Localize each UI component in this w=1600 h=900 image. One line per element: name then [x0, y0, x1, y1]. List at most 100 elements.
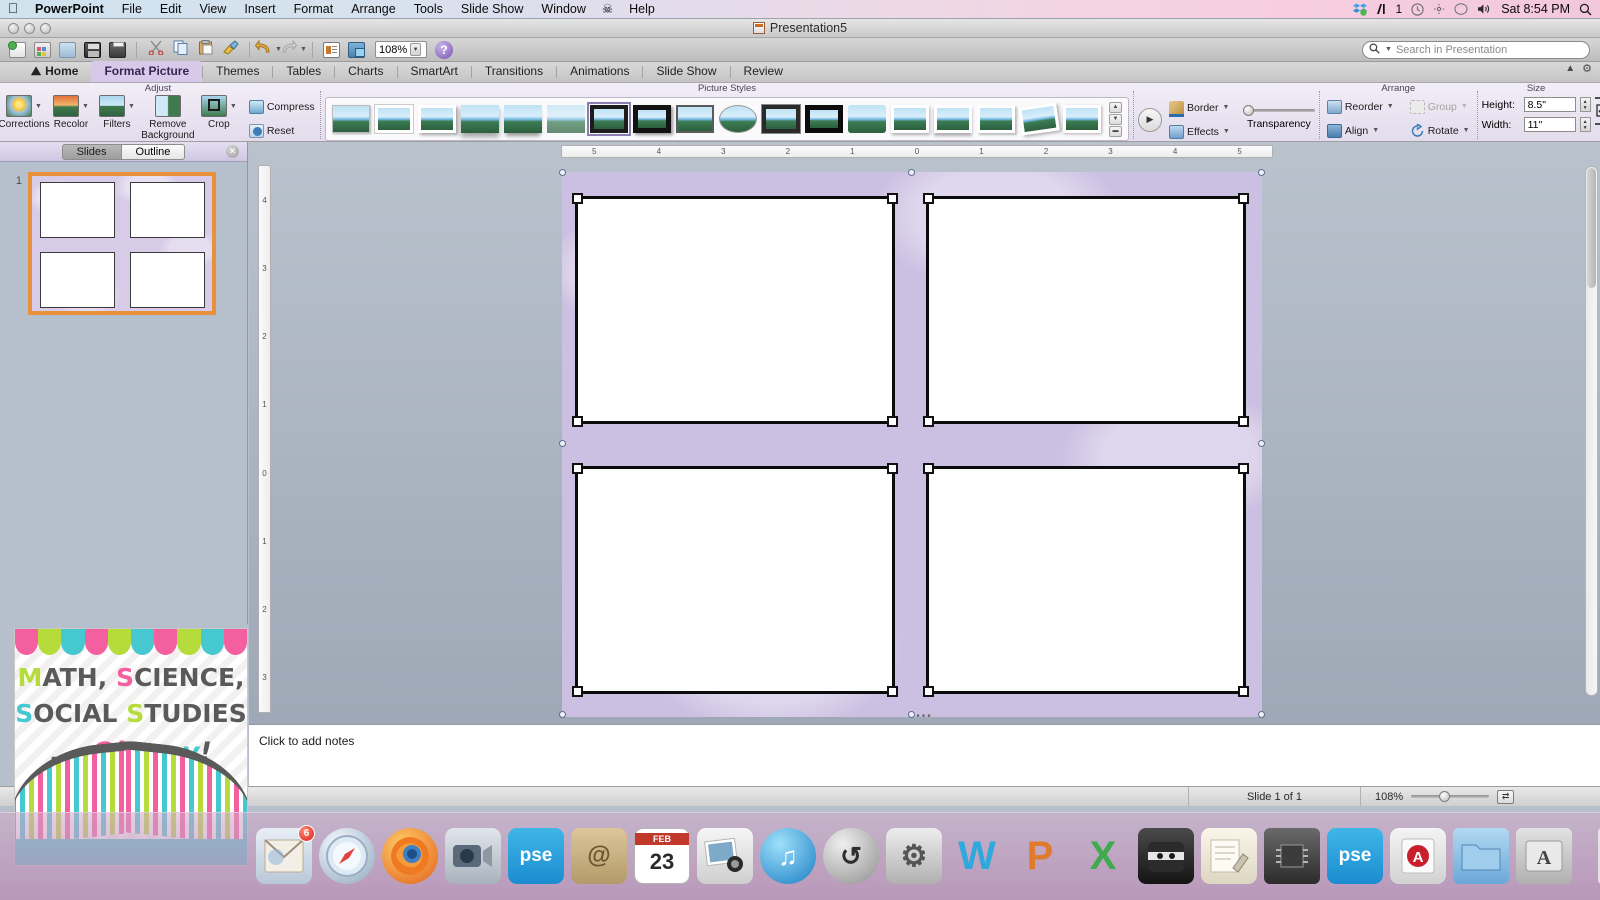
group-handle-mr[interactable] [1258, 440, 1265, 447]
picture-style-12[interactable] [805, 105, 843, 133]
tab-charts[interactable]: Charts [335, 61, 396, 82]
rotate-caret[interactable]: ▼ [1463, 127, 1470, 134]
bluetooth-icon[interactable] [1454, 3, 1468, 15]
resize-handle-br[interactable] [1238, 686, 1249, 697]
undo-button[interactable]: ▼ [254, 39, 282, 60]
print-button[interactable] [106, 40, 129, 60]
apple-menu-icon[interactable]:  [0, 0, 26, 18]
tab-themes[interactable]: Themes [203, 61, 272, 82]
dock-item-mail[interactable]: 6 [256, 825, 315, 884]
height-input[interactable]: 8.5" [1523, 97, 1576, 112]
effects-caret[interactable]: ▼ [1223, 128, 1230, 135]
redo-dropdown-caret[interactable]: ▼ [300, 46, 307, 53]
slide-canvas[interactable] [562, 172, 1262, 717]
dock-item-time-machine[interactable]: ↺ [823, 828, 879, 884]
fit-to-window-icon[interactable]: ⇄ [1497, 789, 1515, 804]
align-caret[interactable]: ▼ [1372, 127, 1379, 134]
menu-app-name[interactable]: PowerPoint [26, 0, 113, 19]
resize-handle-bl[interactable] [923, 416, 934, 427]
dock-item-itunes[interactable]: ♫ [760, 828, 816, 884]
tab-home[interactable]: ⛰ Home [18, 61, 91, 82]
width-input[interactable]: 11" [1523, 117, 1576, 132]
dock-item-safari[interactable] [319, 828, 375, 884]
menu-script-icon[interactable]: ☠ [595, 0, 620, 19]
dock-item-firefox[interactable] [382, 828, 438, 884]
close-button[interactable] [8, 22, 19, 34]
resize-handle-br[interactable] [1238, 416, 1249, 427]
align-button[interactable]: Align ▼ [1324, 121, 1397, 140]
zoom-button[interactable] [40, 22, 51, 34]
menu-edit[interactable]: Edit [151, 0, 191, 19]
menu-file[interactable]: File [113, 0, 151, 19]
group-handle-tr[interactable] [1258, 169, 1265, 176]
menu-tools[interactable]: Tools [405, 0, 452, 19]
vertical-scrollbar[interactable] [1585, 166, 1598, 696]
media-browser-button[interactable] [345, 40, 368, 60]
menu-slide-show[interactable]: Slide Show [452, 0, 533, 19]
group-button[interactable]: Group ▼ [1407, 97, 1473, 116]
resize-handle-bl[interactable] [923, 686, 934, 697]
picture-styles-gallery[interactable]: ▲ ▼ ▬ [325, 97, 1129, 141]
transparency-slider[interactable] [1242, 105, 1315, 116]
picture-style-5[interactable] [504, 105, 542, 133]
dock-item-notes[interactable] [1201, 828, 1257, 884]
cut-button[interactable] [144, 40, 167, 60]
menu-help[interactable]: Help [620, 0, 664, 19]
tab-animations[interactable]: Animations [557, 61, 642, 82]
tab-format-picture[interactable]: Format Picture [91, 61, 203, 82]
group-handle-bl[interactable] [559, 711, 566, 718]
collapse-ribbon-icon[interactable]: ▲ [1565, 63, 1575, 74]
resize-handle-tr[interactable] [887, 193, 898, 204]
reset-button[interactable]: Reset [246, 121, 318, 140]
zoom-control[interactable]: 108% ▼ [375, 41, 427, 58]
resize-handle-bl[interactable] [572, 686, 583, 697]
paste-button[interactable] [194, 39, 217, 60]
picture-style-3[interactable] [418, 105, 456, 133]
dock-item-address-book[interactable]: @ [571, 828, 627, 884]
border-caret[interactable]: ▼ [1223, 104, 1230, 111]
resize-handle-tl[interactable] [572, 463, 583, 474]
dock-item-excel[interactable]: X [1075, 828, 1131, 884]
rotate-button[interactable]: Rotate ▼ [1407, 121, 1473, 140]
picture-style-18[interactable] [1063, 105, 1101, 133]
gallery-scroll-up-icon[interactable]: ▲ [1109, 101, 1122, 113]
corrections-button[interactable]: ▼ Corrections [0, 95, 50, 142]
tab-smartart[interactable]: SmartArt [398, 61, 471, 82]
picture-1[interactable] [572, 193, 898, 427]
dock-item-photoshop-elements-2[interactable]: pse [1327, 828, 1383, 884]
volume-icon[interactable] [1477, 3, 1492, 15]
transparency-slider-knob[interactable] [1242, 105, 1254, 116]
group-handle-tc[interactable] [908, 169, 915, 176]
gallery-scroll-down-icon[interactable]: ▼ [1109, 113, 1122, 125]
format-expand-button[interactable]: ▶ [1138, 107, 1162, 132]
redo-button[interactable]: ▼ [282, 39, 307, 60]
vertical-scrollbar-thumb[interactable] [1587, 168, 1596, 288]
copy-button[interactable] [169, 40, 192, 60]
picture-style-9[interactable] [676, 105, 714, 133]
crop-caret[interactable]: ▼ [230, 103, 237, 110]
dock-item-photoshop-elements[interactable]: pse [508, 828, 564, 884]
corrections-caret[interactable]: ▼ [35, 103, 42, 110]
effects-button[interactable]: Effects ▼ [1166, 122, 1233, 141]
tab-slide-show[interactable]: Slide Show [643, 61, 729, 82]
picture-3[interactable] [572, 463, 898, 697]
group-handle-tl[interactable] [559, 169, 566, 176]
picture-style-8[interactable] [633, 105, 671, 133]
group-handle-bc[interactable] [908, 711, 915, 718]
picture-style-7[interactable] [587, 102, 631, 136]
zoom-slider-knob[interactable] [1439, 791, 1451, 802]
dock-item-word[interactable]: W [949, 828, 1005, 884]
zoom-slider[interactable] [1411, 791, 1490, 802]
slide-thumbnail-1[interactable] [28, 172, 216, 315]
dropbox-sync-icon[interactable] [1433, 3, 1445, 15]
resize-handle-br[interactable] [887, 416, 898, 427]
remove-background-button[interactable]: Remove Background [140, 95, 196, 142]
picture-4[interactable] [923, 463, 1249, 697]
picture-style-17[interactable] [1018, 102, 1060, 136]
gallery-more-icon[interactable]: ▬ [1109, 125, 1122, 137]
picture-style-10[interactable] [719, 105, 757, 133]
width-stepper[interactable]: ▲ ▼ [1579, 117, 1591, 132]
help-button[interactable]: ? [435, 40, 453, 59]
menu-arrange[interactable]: Arrange [342, 0, 404, 19]
minimize-button[interactable] [24, 22, 35, 34]
